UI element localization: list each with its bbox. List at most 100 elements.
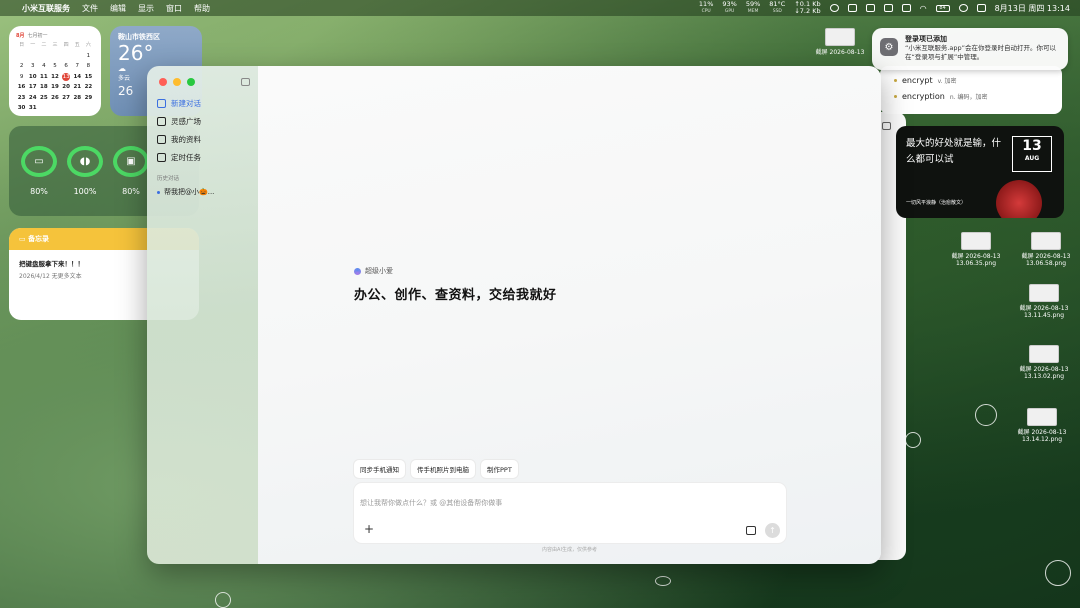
calendar-day: 22 [84,84,93,90]
menu-window[interactable]: 窗口 [166,3,182,14]
calendar-blank [72,52,83,60]
calendar-day: 1 [86,52,91,59]
search-icon[interactable] [958,4,968,12]
calendar-day: 12 [51,73,59,80]
dict-bullet [894,94,897,98]
battery-case: ▣ 80% [113,146,149,196]
calendar-grid: 日 一 二 三 四 五 六 1 2 3 4 5 6 7 8 9 10 11 12 13 14 15 16 17 1… [16,41,94,112]
quote-widget[interactable]: 最大的好处就是输，什么都可以试 13 AUG 一切风平浪静（治愈散文） [896,126,1064,218]
menu-app-name[interactable]: 小米互联服务 [22,3,70,14]
sidebar-item-my-files[interactable]: 我的资料 [157,130,248,148]
file-name: 截屏 2026-08-13 [951,253,1001,260]
file-name: 截屏 2026-08-13 [1021,253,1071,260]
calendar-day: 24 [28,94,37,101]
calendar-day: 31 [28,105,37,111]
gpu-stat[interactable]: 93% GPU [722,1,736,15]
menu-edit[interactable]: 编辑 [110,3,126,14]
notification-title: 登录项已添加 [905,35,947,43]
case-icon: ▣ [113,146,149,177]
dict-entry[interactable]: encryption n. 编码，加密 [894,88,1048,104]
quote-month: AUG [1024,155,1040,162]
laptop-icon: ▭ [21,146,57,177]
ssd-stat[interactable]: 81°C SSD [769,1,785,15]
cpu-stat[interactable]: 11% CPU [699,1,713,15]
dict-entry[interactable]: encrypt v. 加密 [894,72,1048,88]
sidebar-item-scheduled-tasks[interactable]: 定时任务 [157,148,248,166]
calendar-blank [61,52,72,60]
bubble-decoration [655,576,671,586]
dictionary-panel[interactable]: encrypt v. 加密 encryption n. 编码，加密 [880,66,1062,114]
calendar-today: 13 [62,72,71,81]
wifi-icon[interactable]: ◠ [920,4,927,13]
quote-text: 最大的好处就是输，什么都可以试 [906,138,1002,165]
minimize-button[interactable] [173,78,181,86]
calendar-day: 28 [73,94,82,101]
history-item[interactable]: 帮我把@小🎃... [157,185,248,199]
calendar-widget[interactable]: 8月 七月初一 日 一 二 三 四 五 六 1 2 3 4 5 6 7 8 9 10 11 12 13 14… [9,26,101,116]
assistant-label: 超级小爱 [354,266,393,276]
calendar-blank [16,52,27,60]
sidebar-toggle-icon[interactable] [882,122,891,130]
control-icon[interactable] [829,4,839,12]
calendar-day: 30 [17,105,26,111]
desktop-file[interactable]: 截屏 2026-08-13 13.11.45.png [1014,284,1074,319]
add-attachment-button[interactable]: + [362,523,376,537]
image-icon[interactable] [746,526,756,535]
calendar-day: 20 [62,84,70,90]
sidebar-item-new-chat[interactable]: 新建对话 [157,94,248,112]
calendar-month: 8月 七月初一 [16,33,48,39]
calendar-day: 8 [86,63,91,69]
close-button[interactable] [159,78,167,86]
menu-view[interactable]: 显示 [138,3,154,14]
volume-icon[interactable] [865,4,875,12]
mem-stat[interactable]: 59% MEM [746,1,760,15]
network-stat[interactable]: ↑0.1 Kb ↓7.2 Kb [794,1,820,15]
history-bullet [157,190,160,194]
calendar-blank [49,52,60,60]
bluetooth-icon[interactable] [883,4,893,12]
chat-input[interactable] [360,499,780,507]
calendar-day: 19 [51,84,59,90]
history-item-label: 帮我把@小🎃... [164,188,215,196]
chip-sync-notifications[interactable]: 同步手机通知 [354,460,405,478]
control-center-icon[interactable] [976,4,986,12]
dict-def: n. 编码，加密 [949,93,988,101]
document-icon [157,134,166,144]
menu-datetime[interactable]: 8月13日 周四 13:14 [995,3,1070,14]
send-button[interactable]: ↑ [765,523,780,538]
zoom-button[interactable] [187,78,195,86]
history-section-label: 历史对话 [157,176,180,182]
desktop-file[interactable]: 截屏 2026-08-13 [810,28,870,56]
bubble-decoration [905,432,921,448]
display-icon[interactable] [847,4,857,12]
battery-pct: 80% [122,187,140,196]
desktop-file[interactable]: 截屏 2026-08-13 13.06.35.png [946,232,1006,267]
menu-file[interactable]: 文件 [82,3,98,14]
desktop-file[interactable]: 截屏 2026-08-13 13.06.58.png [1016,232,1076,267]
chip-transfer-photos[interactable]: 传手机照片到电脑 [411,460,475,478]
bubble-decoration [215,592,231,608]
chat-input-box[interactable]: + ↑ [354,483,786,543]
calendar-day: 15 [84,73,93,80]
screen-mirror-icon[interactable] [901,4,911,12]
desktop-file[interactable]: 截屏 2026-08-13 13.14.12.png [1012,408,1072,443]
sidebar-toggle-icon[interactable] [241,78,250,86]
sidebar: 新建对话 灵感广场 我的资料 定时任务 历史对话 帮我把@小🎃... [147,66,258,564]
file-name: 截屏 2026-08-13 [1017,429,1067,436]
calendar-day: 10 [28,73,37,80]
chip-make-ppt[interactable]: 制作PPT [481,460,518,478]
calendar-day: 3 [30,63,35,69]
weekday: 三 [52,42,58,48]
main-window[interactable]: 新建对话 灵感广场 我的资料 定时任务 历史对话 帮我把@小🎃... 超级小爱 … [147,66,881,564]
dict-def: v. 加密 [937,77,957,85]
login-item-notification[interactable]: ⚙ 登录项已添加 “小米互联服务.app”会在你登录时自动打开。你可以在“登录项… [872,28,1068,70]
menu-help[interactable]: 帮助 [194,3,210,14]
sidebar-item-label: 定时任务 [171,152,201,162]
battery-laptop: ▭ 80% [21,146,57,196]
sidebar-item-inspiration[interactable]: 灵感广场 [157,112,248,130]
calendar-day: 11 [40,73,48,80]
calendar-day: 5 [53,63,57,69]
battery-icon[interactable]: 84 [935,4,950,12]
desktop-file[interactable]: 截屏 2026-08-13 13.13.02.png [1014,345,1074,380]
ai-disclaimer: 内容由AI生成，仅供参考 [542,547,597,553]
